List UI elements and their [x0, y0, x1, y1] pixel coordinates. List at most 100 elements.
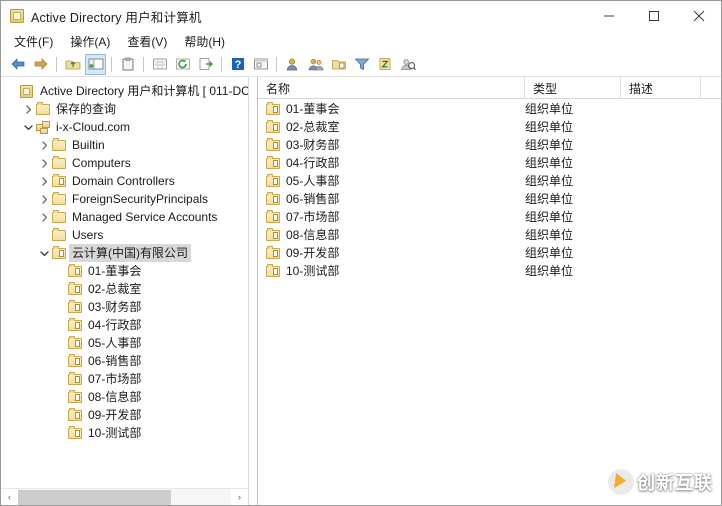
menu-file[interactable]: 文件(F) [7, 31, 60, 52]
domain-icon [36, 120, 51, 134]
tree-node-company-ou[interactable]: 云计算(中国)有限公司 [1, 244, 248, 262]
tree-node-ou-03[interactable]: 03-财务部 [1, 298, 248, 316]
ou-folder-icon [266, 246, 281, 260]
row-type: 组织单位 [525, 228, 574, 242]
tree-node-ou-07[interactable]: 07-市场部 [1, 370, 248, 388]
minimize-button[interactable] [586, 1, 631, 31]
chevron-down-icon[interactable] [37, 244, 52, 262]
details-pane: 名称 类型 描述 01-董事会 组织单位 02-总裁室 组织单位 03-财务部 组织单位 04-… [257, 77, 721, 505]
chevron-right-icon[interactable] [37, 136, 52, 154]
tree-node-saved-queries[interactable]: 保存的查询 [1, 100, 248, 118]
row-name: 10-测试部 [286, 264, 340, 278]
help-icon[interactable]: ? [227, 54, 248, 75]
table-row[interactable]: 10-测试部 组织单位 [258, 262, 721, 280]
tree-node-label: Builtin [72, 138, 105, 152]
menu-help[interactable]: 帮助(H) [177, 31, 232, 52]
ou-folder-icon [68, 372, 83, 386]
expander-placeholder [37, 226, 52, 244]
chevron-right-icon[interactable] [37, 154, 52, 172]
chevron-down-icon[interactable] [21, 118, 36, 136]
tree-node-domain[interactable]: i-x-Cloud.com [1, 118, 248, 136]
table-row[interactable]: 07-市场部 组织单位 [258, 208, 721, 226]
tree-horizontal-scrollbar[interactable]: ‹ › [1, 488, 248, 505]
tree-node-label: i-x-Cloud.com [56, 120, 131, 134]
toolbar-separator [221, 56, 222, 72]
new-group-icon[interactable] [305, 54, 326, 75]
ou-folder-icon [266, 192, 281, 206]
maximize-button[interactable] [631, 1, 676, 31]
refresh-icon[interactable] [172, 54, 193, 75]
close-button[interactable] [676, 1, 721, 31]
table-row[interactable]: 06-销售部 组织单位 [258, 190, 721, 208]
tree-node-domain-controllers[interactable]: Domain Controllers [1, 172, 248, 190]
up-one-level-icon[interactable] [62, 54, 83, 75]
tree-node-label: 01-董事会 [88, 264, 142, 278]
tree-node-ou-01[interactable]: 01-董事会 [1, 262, 248, 280]
tree-node-users[interactable]: Users [1, 226, 248, 244]
saved-query-icon[interactable] [397, 54, 418, 75]
row-type: 组织单位 [525, 192, 574, 206]
tree-node-ou-10[interactable]: 10-测试部 [1, 424, 248, 442]
column-description[interactable]: 描述 [621, 77, 701, 99]
tree-node-managed-service-accounts[interactable]: Managed Service Accounts [1, 208, 248, 226]
tree-node-label: 04-行政部 [88, 318, 142, 332]
table-row[interactable]: 01-董事会 组织单位 [258, 100, 721, 118]
scroll-right-arrow-icon[interactable]: › [231, 489, 248, 506]
forward-icon[interactable] [30, 54, 51, 75]
row-type: 组织单位 [525, 138, 574, 152]
find-icon[interactable] [374, 54, 395, 75]
table-row[interactable]: 05-人事部 组织单位 [258, 172, 721, 190]
ou-folder-icon [52, 174, 67, 188]
scroll-left-arrow-icon[interactable]: ‹ [1, 489, 18, 506]
expander-placeholder [53, 352, 68, 370]
folder-icon [36, 102, 51, 116]
tree-node-root[interactable]: Active Directory 用户和计算机 [ 011-DC01 [1, 82, 248, 100]
table-row[interactable]: 08-信息部 组织单位 [258, 226, 721, 244]
folder-icon [52, 138, 67, 152]
show-window-icon[interactable] [250, 54, 271, 75]
expander-placeholder [53, 316, 68, 334]
table-row[interactable]: 04-行政部 组织单位 [258, 154, 721, 172]
column-header-label: 类型 [533, 81, 558, 96]
tree-node-ou-02[interactable]: 02-总裁室 [1, 280, 248, 298]
tree-node-label: 06-销售部 [88, 354, 142, 368]
menu-action[interactable]: 操作(A) [63, 31, 117, 52]
tree-node-label: Active Directory 用户和计算机 [ 011-DC01 [40, 84, 248, 98]
list-header: 名称 类型 描述 [258, 77, 721, 99]
properties-icon[interactable] [117, 54, 138, 75]
table-row[interactable]: 03-财务部 组织单位 [258, 136, 721, 154]
expander-placeholder [53, 298, 68, 316]
tree-node-ou-09[interactable]: 09-开发部 [1, 406, 248, 424]
tree-node-ou-04[interactable]: 04-行政部 [1, 316, 248, 334]
chevron-right-icon[interactable] [37, 172, 52, 190]
show-hide-console-tree-icon[interactable] [85, 53, 106, 75]
chevron-right-icon[interactable] [37, 190, 52, 208]
back-icon[interactable] [7, 54, 28, 75]
scrollbar-thumb[interactable] [18, 489, 172, 505]
column-type[interactable]: 类型 [525, 77, 621, 99]
table-row[interactable]: 09-开发部 组织单位 [258, 244, 721, 262]
folder-icon [52, 156, 67, 170]
ou-folder-icon [266, 102, 281, 116]
ou-folder-icon [266, 228, 281, 242]
tree-node-ou-08[interactable]: 08-信息部 [1, 388, 248, 406]
tree-node-ou-06[interactable]: 06-销售部 [1, 352, 248, 370]
new-user-icon[interactable] [282, 54, 303, 75]
row-type: 组织单位 [525, 120, 574, 134]
export-list-icon[interactable] [195, 54, 216, 75]
table-row[interactable]: 02-总裁室 组织单位 [258, 118, 721, 136]
filter-icon[interactable] [351, 54, 372, 75]
tree-node-builtin[interactable]: Builtin [1, 136, 248, 154]
column-name[interactable]: 名称 [258, 77, 525, 99]
scrollbar-track[interactable] [18, 488, 231, 505]
chevron-right-icon[interactable] [21, 100, 36, 118]
menu-view[interactable]: 查看(V) [120, 31, 174, 52]
pane-splitter[interactable] [249, 77, 257, 505]
chevron-right-icon[interactable] [37, 208, 52, 226]
tree-node-computers[interactable]: Computers [1, 154, 248, 172]
tree-node-foreign-security-principals[interactable]: ForeignSecurityPrincipals [1, 190, 248, 208]
new-ou-icon[interactable] [328, 54, 349, 75]
delete-icon[interactable] [149, 54, 170, 75]
expander-placeholder [53, 262, 68, 280]
tree-node-ou-05[interactable]: 05-人事部 [1, 334, 248, 352]
